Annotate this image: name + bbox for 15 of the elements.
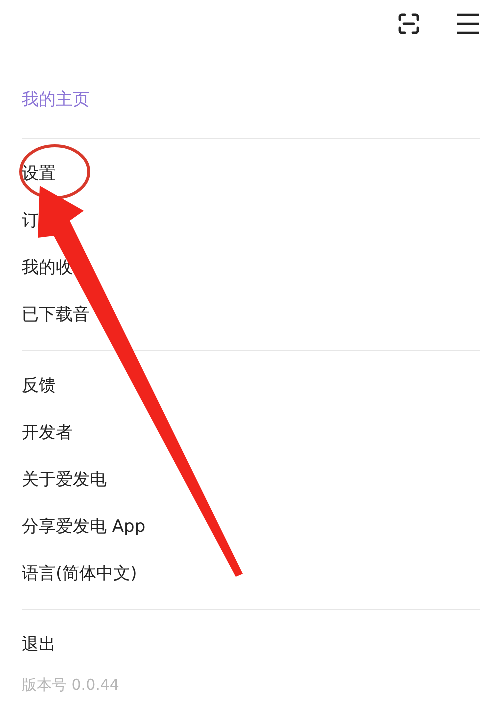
menu-item[interactable]: 语言(简体中文) (22, 562, 138, 585)
menu-item[interactable]: 反馈 (22, 374, 56, 397)
menu-item[interactable]: 分享爱发电 App (22, 515, 146, 538)
menu-icon[interactable] (456, 13, 480, 35)
menu-item[interactable]: 已下载音 (22, 303, 90, 326)
menu-item[interactable]: 关于爱发电 (22, 468, 107, 491)
menu-item[interactable]: 我的收 (22, 256, 73, 279)
version-text: 版本号 0.0.44 (22, 676, 120, 695)
menu-item[interactable]: 订 (22, 209, 39, 232)
menu-item[interactable]: 开发者 (22, 421, 73, 444)
circle-annotation (20, 144, 90, 200)
menu-item[interactable]: 设置 (22, 162, 56, 185)
profile-link[interactable]: 我的主页 (22, 90, 90, 110)
scan-icon[interactable] (398, 13, 420, 35)
menu-item[interactable]: 退出 (22, 633, 56, 656)
